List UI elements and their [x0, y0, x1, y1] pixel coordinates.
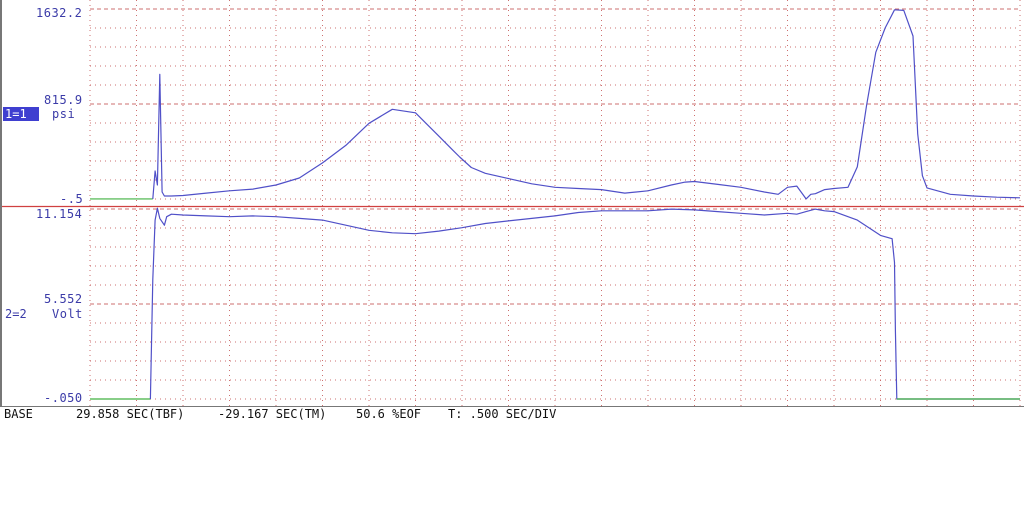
- eof-readout: 50.6 %EOF: [356, 407, 422, 421]
- ch2-ytick-bottom: -.050: [44, 391, 83, 405]
- ch2-ytick-top: 11.154: [36, 207, 83, 221]
- channel-1-selector[interactable]: 1=1: [3, 107, 39, 121]
- ch2-ytick-mid: 5.552: [44, 292, 83, 306]
- ch1-unit-label: psi: [52, 107, 76, 121]
- ch1-ytick-top: 1632.2: [36, 6, 83, 20]
- tbf-readout: 29.858 SEC(TBF): [76, 407, 185, 421]
- status-bar: BASE 29.858 SEC(TBF) -29.167 SEC(TM) 50.…: [0, 406, 1024, 423]
- time-per-div-readout: T: .500 SEC/DIV: [448, 407, 557, 421]
- tm-readout: -29.167 SEC(TM): [218, 407, 327, 421]
- plot-area: [0, 0, 1024, 406]
- ch1-ytick-bottom: -.5: [60, 192, 84, 206]
- left-border: [0, 0, 2, 406]
- ch2-unit-label: Volt: [52, 307, 83, 321]
- ch1-ytick-mid: 815.9: [44, 93, 83, 107]
- oscilloscope-display: 1632.2 815.9 -.5 1=1 psi 11.154 5.552 -.…: [0, 0, 1024, 423]
- channel-2-selector[interactable]: 2=2: [5, 307, 27, 321]
- base-label[interactable]: BASE: [4, 407, 33, 422]
